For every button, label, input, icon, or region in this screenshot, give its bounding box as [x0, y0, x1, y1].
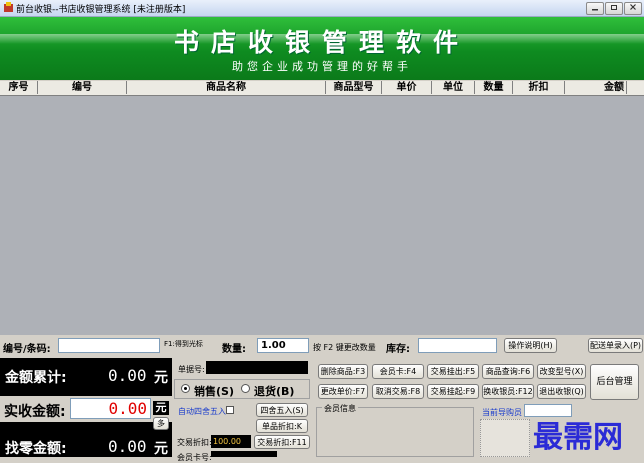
sale-radio[interactable] — [181, 384, 190, 393]
minimize-button[interactable] — [586, 2, 604, 15]
col-unit: 单位 — [432, 81, 475, 94]
member-card-input[interactable] — [211, 451, 277, 457]
table-header: 序号 编号 商品名称 商品型号 单价 单位 数量 折扣 金额 — [0, 81, 644, 96]
product-query-button[interactable]: 商品查询:F6 — [482, 364, 534, 379]
qty-hint: 按 F2 键更改数量 — [313, 343, 376, 352]
code-input[interactable] — [58, 338, 160, 353]
change-currency: 元 — [154, 441, 168, 457]
sum-currency: 元 — [154, 370, 168, 386]
trade-discount-input[interactable]: 100.00 — [211, 435, 251, 448]
sale-label[interactable]: 销售(S) — [194, 383, 234, 399]
backend-management-button[interactable]: 后台管理 — [590, 364, 639, 400]
paid-label: 实收金额: — [4, 404, 66, 420]
col-model: 商品型号 — [326, 81, 382, 94]
col-serial: 序号 — [0, 81, 38, 94]
guide-photo — [480, 419, 530, 457]
banner-title: 书店收银管理软件 — [173, 28, 470, 57]
app-icon — [4, 2, 13, 12]
trade-discount-button[interactable]: 交易折扣:F11 — [254, 435, 310, 449]
col-price: 单价 — [382, 81, 432, 94]
f1-hint: F1:得到光标 — [164, 340, 203, 348]
member-card-button[interactable]: 会员卡:F4 — [372, 364, 424, 379]
current-guide-label: 当前导购员 — [482, 408, 522, 417]
minimize-icon — [592, 9, 598, 11]
qty-label: 数量: — [222, 344, 246, 355]
auto-round-label[interactable]: 自动四舍五入 — [178, 406, 226, 417]
sum-value: 0.00 — [108, 366, 147, 385]
restore-button[interactable] — [605, 2, 623, 15]
change-price-button[interactable]: 更改单价:F7 — [318, 384, 368, 399]
close-icon — [630, 4, 636, 10]
return-radio[interactable] — [241, 384, 250, 393]
change-label: 找零金额: — [5, 441, 67, 457]
code-label: 编号/条码: — [3, 344, 51, 355]
help-button[interactable]: 操作说明(H) — [504, 338, 557, 353]
col-code: 编号 — [38, 81, 127, 94]
round-button[interactable]: 四舍五入(S) — [256, 403, 308, 417]
col-discount: 折扣 — [513, 81, 565, 94]
change-value: 0.00 — [108, 437, 147, 456]
member-info-group — [316, 407, 474, 457]
delivery-entry-button[interactable]: 配送单录入(P) — [588, 338, 643, 353]
sum-label: 金额累计: — [5, 370, 67, 386]
auto-round-checkbox[interactable] — [226, 406, 234, 414]
return-label[interactable]: 退货(B) — [254, 383, 294, 399]
col-product-name: 商品名称 — [127, 81, 326, 94]
sales-table[interactable] — [0, 81, 644, 335]
banner-slogan: 助您企业成功管理的好帮手 — [232, 60, 412, 73]
site-watermark: 最需网 — [533, 420, 623, 455]
paid-currency: 元 — [153, 401, 169, 415]
trade-hold-button[interactable]: 交易挂起:F9 — [427, 384, 479, 399]
window-title-bar: 前台收银--书店收银管理系统 [未注册版本] — [0, 0, 644, 17]
trade-discount-label: 交易折扣: — [177, 438, 212, 447]
banner: 书店收银管理软件 助您企业成功管理的好帮手 — [0, 17, 644, 80]
change-model-button[interactable]: 改变型号(X) — [537, 364, 586, 379]
delete-item-button[interactable]: 删除商品:F3 — [318, 364, 368, 379]
cancel-trade-button[interactable]: 取消交易:F8 — [372, 384, 424, 399]
more-button[interactable]: 多 — [153, 417, 169, 430]
window-title: 前台收银--书店收银管理系统 [未注册版本] — [16, 5, 186, 15]
trade-out-button[interactable]: 交易挂出:F5 — [427, 364, 479, 379]
member-card-label: 会员卡号: — [177, 453, 212, 462]
item-discount-button[interactable]: 单品折扣:K — [256, 419, 308, 433]
col-qty: 数量 — [475, 81, 513, 94]
receipt-number-field — [206, 361, 308, 374]
paid-input[interactable]: 0.00 — [70, 398, 151, 419]
stock-label: 库存: — [386, 344, 410, 355]
member-info-label: 会员信息 — [322, 403, 358, 414]
change-cashier-button[interactable]: 换收银员:F12 — [482, 384, 534, 399]
restore-icon — [611, 5, 617, 10]
exit-cashier-button[interactable]: 退出收银(Q) — [537, 384, 586, 399]
qty-input[interactable]: 1.00 — [257, 338, 309, 353]
close-button[interactable] — [624, 2, 642, 15]
stock-input[interactable] — [418, 338, 497, 353]
col-amount: 金额 — [565, 81, 627, 94]
receipt-label: 单据号: — [178, 365, 205, 374]
